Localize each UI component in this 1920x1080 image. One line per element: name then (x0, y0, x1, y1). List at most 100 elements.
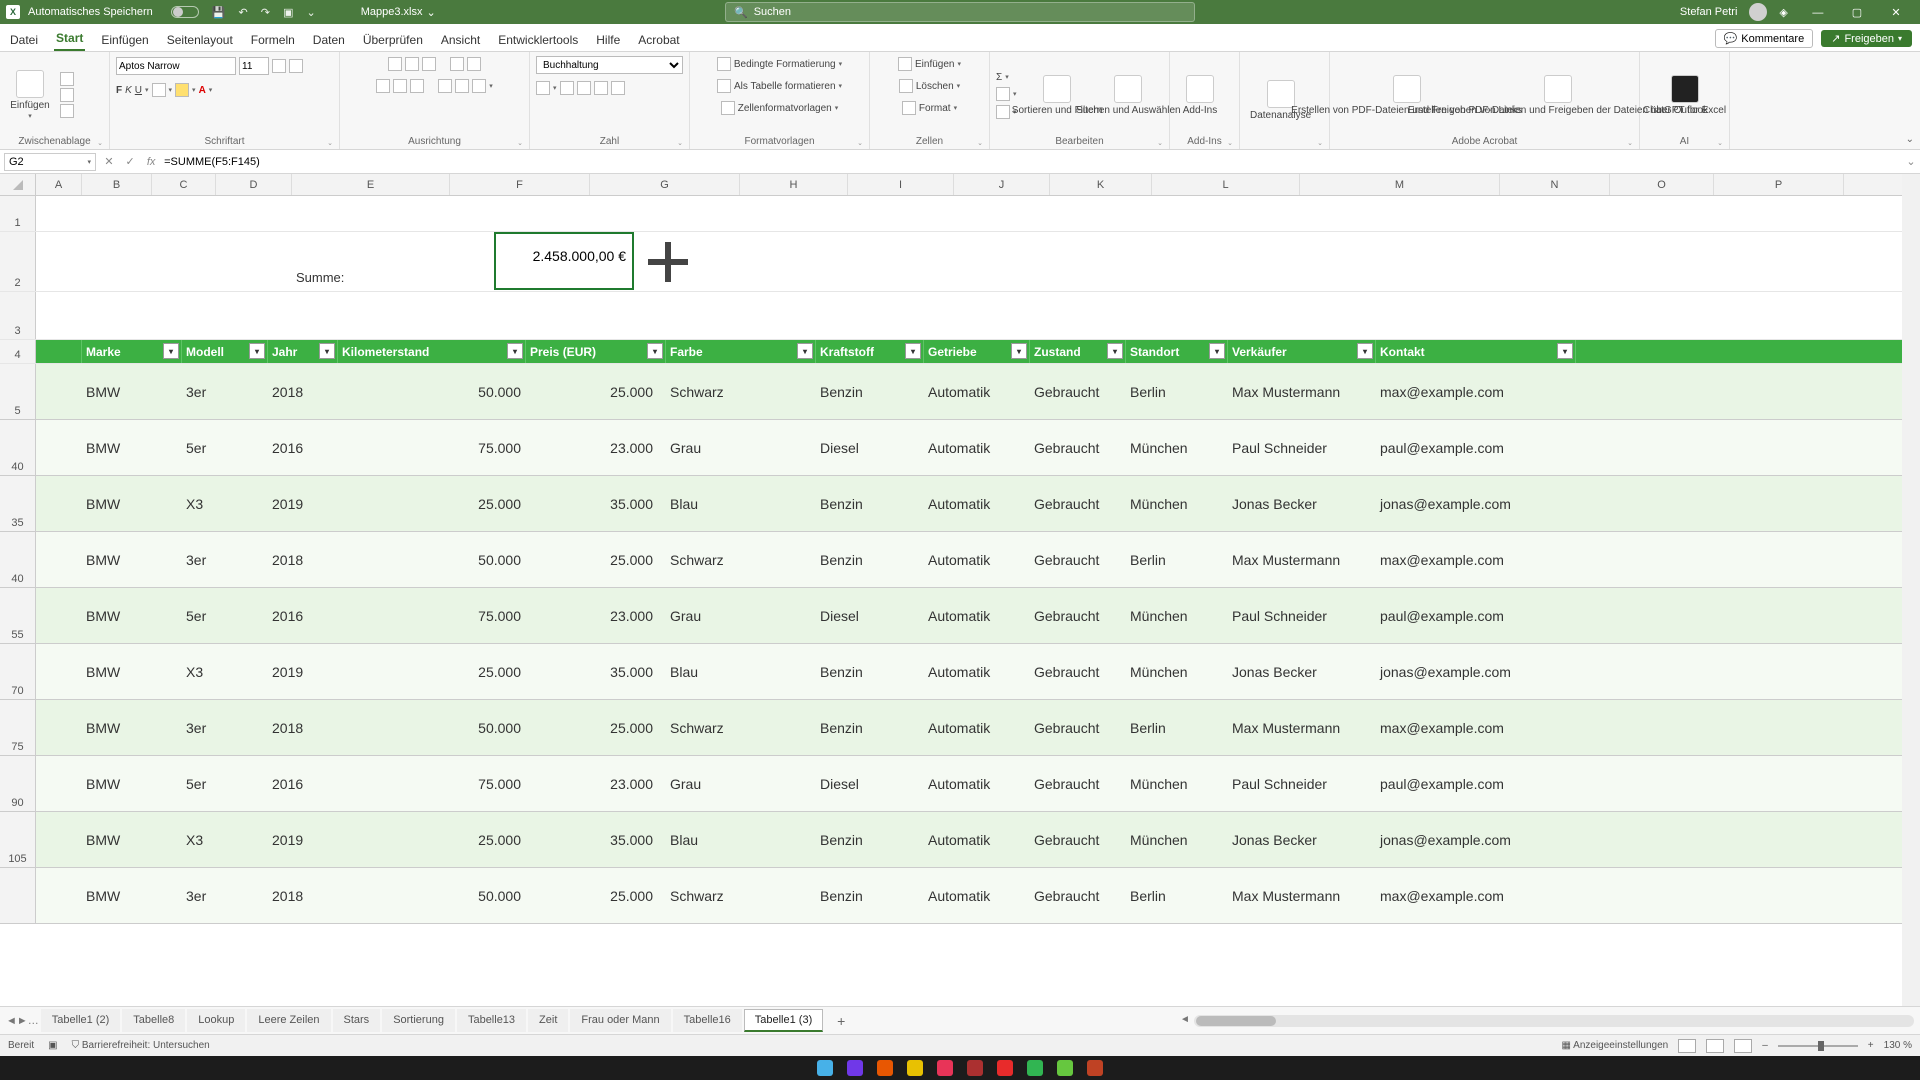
cell-jahr[interactable]: 2018 (268, 700, 338, 755)
zoom-out-button[interactable]: – (1762, 1040, 1768, 1051)
sheet-tab[interactable]: Tabelle13 (457, 1009, 526, 1032)
cell[interactable] (36, 588, 82, 643)
tab-formeln[interactable]: Formeln (249, 29, 297, 51)
cell-kontakt[interactable]: max@example.com (1376, 532, 1576, 587)
cell[interactable] (36, 756, 82, 811)
cell-zustand[interactable]: Gebraucht (1030, 700, 1126, 755)
cell-kraftstoff[interactable]: Benzin (816, 700, 924, 755)
cell-kontakt[interactable]: jonas@example.com (1376, 644, 1576, 699)
add-sheet-button[interactable]: + (831, 1013, 851, 1029)
clear-icon[interactable] (996, 105, 1010, 119)
cell-preis[interactable]: 25.000 (526, 364, 666, 419)
sheet-tab[interactable]: Tabelle8 (122, 1009, 185, 1032)
cell[interactable] (36, 532, 82, 587)
fill-icon[interactable] (996, 87, 1010, 101)
cell-zustand[interactable]: Gebraucht (1030, 868, 1126, 923)
cell-zustand[interactable]: Gebraucht (1030, 364, 1126, 419)
cell-getriebe[interactable]: Automatik (924, 532, 1030, 587)
align-bottom-icon[interactable] (422, 57, 436, 71)
th-marke[interactable]: Marke▾ (82, 340, 182, 363)
cell-kraftstoff[interactable]: Benzin (816, 868, 924, 923)
addins-button[interactable]: Add-Ins (1176, 73, 1224, 118)
macro-record-icon[interactable]: ▣ (48, 1040, 57, 1051)
cell-verkaeufer[interactable]: Paul Schneider (1228, 420, 1376, 475)
cell-kontakt[interactable]: max@example.com (1376, 364, 1576, 419)
expand-formula-bar-icon[interactable]: ⌄ (1902, 155, 1920, 168)
taskbar-icon[interactable] (847, 1060, 863, 1076)
cell-km[interactable]: 50.000 (338, 364, 526, 419)
cell[interactable] (36, 364, 82, 419)
col-header-D[interactable]: D (216, 174, 292, 195)
cell-getriebe[interactable]: Automatik (924, 756, 1030, 811)
cell-modell[interactable]: X3 (182, 644, 268, 699)
format-cells-button[interactable]: Format▾ (902, 101, 957, 115)
filter-icon[interactable]: ▾ (797, 343, 813, 359)
wrap-text-icon[interactable] (467, 57, 481, 71)
row-header[interactable]: 55 (0, 588, 36, 643)
cell-km[interactable]: 25.000 (338, 812, 526, 867)
save-icon[interactable]: 💾 (212, 7, 226, 19)
sum-icon[interactable]: Σ (996, 72, 1002, 83)
cell-getriebe[interactable]: Automatik (924, 644, 1030, 699)
tab-entwicklertools[interactable]: Entwicklertools (496, 29, 580, 51)
align-top-icon[interactable] (388, 57, 402, 71)
cell-modell[interactable]: 5er (182, 756, 268, 811)
th-farbe[interactable]: Farbe▾ (666, 340, 816, 363)
cell-getriebe[interactable]: Automatik (924, 364, 1030, 419)
minimize-button[interactable]: — (1800, 7, 1836, 19)
filter-icon[interactable]: ▾ (319, 343, 335, 359)
cell[interactable] (36, 700, 82, 755)
cell-preis[interactable]: 25.000 (526, 532, 666, 587)
sheet-nav-prev-icon[interactable]: ◄ (6, 1015, 17, 1027)
tab-ueberpruefen[interactable]: Überprüfen (361, 29, 425, 51)
sheet-tab[interactable]: Lookup (187, 1009, 245, 1032)
filter-icon[interactable]: ▾ (1557, 343, 1573, 359)
th-verkaeufer[interactable]: Verkäufer▾ (1228, 340, 1376, 363)
cell-zustand[interactable]: Gebraucht (1030, 476, 1126, 531)
cell-jahr[interactable]: 2019 (268, 476, 338, 531)
filename-dropdown-icon[interactable]: ⌄ (427, 6, 436, 19)
cell-km[interactable]: 50.000 (338, 532, 526, 587)
decrease-indent-icon[interactable] (438, 79, 452, 93)
cell-kontakt[interactable]: paul@example.com (1376, 588, 1576, 643)
cell-preis[interactable]: 25.000 (526, 868, 666, 923)
cell-farbe[interactable]: Grau (666, 420, 816, 475)
cell-zustand[interactable]: Gebraucht (1030, 644, 1126, 699)
cell-modell[interactable]: 5er (182, 588, 268, 643)
filter-icon[interactable]: ▾ (647, 343, 663, 359)
cell-modell[interactable]: 3er (182, 700, 268, 755)
cell-farbe[interactable]: Schwarz (666, 700, 816, 755)
tab-daten[interactable]: Daten (311, 29, 347, 51)
scroll-left-icon[interactable]: ◄ (1180, 1014, 1190, 1025)
number-format-select[interactable]: Buchhaltung (536, 56, 683, 74)
cell-verkaeufer[interactable]: Max Mustermann (1228, 868, 1376, 923)
cell-km[interactable]: 75.000 (338, 588, 526, 643)
cell-zustand[interactable]: Gebraucht (1030, 588, 1126, 643)
col-header-F[interactable]: F (450, 174, 590, 195)
row-header[interactable]: 105 (0, 812, 36, 867)
cell-jahr[interactable]: 2016 (268, 420, 338, 475)
row-header[interactable]: 70 (0, 644, 36, 699)
sheet-tab[interactable]: Stars (333, 1009, 381, 1032)
cell-getriebe[interactable]: Automatik (924, 476, 1030, 531)
cell-standort[interactable]: München (1126, 476, 1228, 531)
cell-jahr[interactable]: 2018 (268, 868, 338, 923)
sheet-nav-more-icon[interactable]: … (28, 1015, 39, 1027)
cell-standort[interactable]: Berlin (1126, 868, 1228, 923)
cell-preis[interactable]: 35.000 (526, 644, 666, 699)
sheet-tab[interactable]: Frau oder Mann (570, 1009, 670, 1032)
col-header-B[interactable]: B (82, 174, 152, 195)
taskbar-icon[interactable] (1027, 1060, 1043, 1076)
cell-verkaeufer[interactable]: Jonas Becker (1228, 812, 1376, 867)
zoom-level[interactable]: 130 % (1884, 1040, 1912, 1051)
cell-marke[interactable]: BMW (82, 756, 182, 811)
merge-icon[interactable] (472, 79, 486, 93)
col-header-N[interactable]: N (1500, 174, 1610, 195)
cell-zustand[interactable]: Gebraucht (1030, 532, 1126, 587)
cell-kontakt[interactable]: jonas@example.com (1376, 476, 1576, 531)
insert-cells-button[interactable]: Einfügen▾ (898, 57, 961, 71)
cell-getriebe[interactable]: Automatik (924, 588, 1030, 643)
cell-jahr[interactable]: 2018 (268, 364, 338, 419)
cell[interactable] (82, 232, 152, 291)
row-header[interactable]: 40 (0, 532, 36, 587)
